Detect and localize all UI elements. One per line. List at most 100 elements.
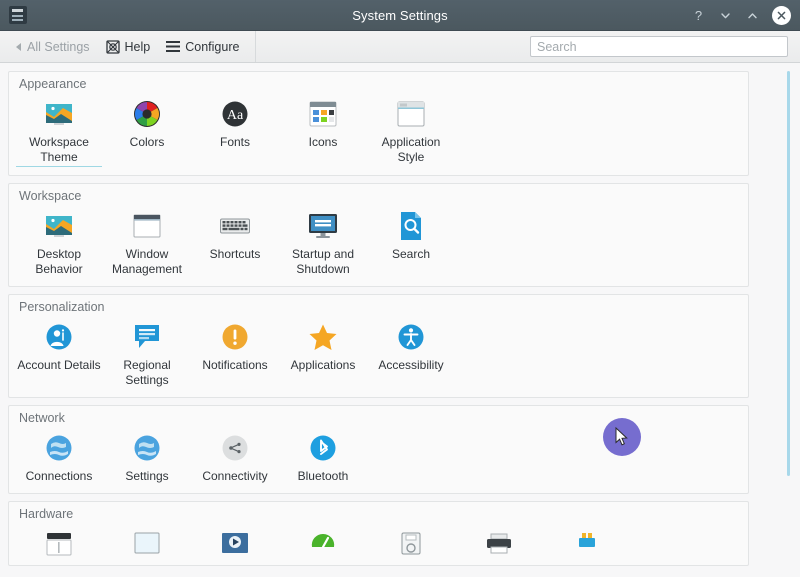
network-settings-icon	[131, 432, 163, 464]
tile-label: Accessibility	[378, 358, 444, 372]
chevron-left-icon	[16, 42, 21, 51]
tile-row: Connections Settings Connectivity Blueto…	[9, 427, 748, 493]
section-network: Network Connections Settings Connectivit…	[8, 405, 749, 494]
tile-removable-storage[interactable]	[367, 525, 455, 565]
bluetooth-icon	[307, 432, 339, 464]
tile-fonts[interactable]: Aa Fonts	[191, 95, 279, 150]
toolbar-separator	[255, 31, 257, 62]
tile-colors[interactable]: Colors	[103, 95, 191, 150]
tile-row: Account Details Regional Settings Notifi…	[9, 316, 748, 397]
section-appearance: Appearance Workspace Theme Colors Aa Fon…	[8, 71, 749, 176]
tile-printer[interactable]	[455, 525, 543, 565]
tile-startup-and-shutdown[interactable]: Startup and Shutdown	[279, 207, 367, 277]
section-title: Workspace	[19, 189, 82, 203]
tile-input-devices[interactable]	[15, 525, 103, 565]
tile-network-settings[interactable]: Settings	[103, 429, 191, 484]
all-settings-label: All Settings	[27, 39, 90, 54]
colors-wheel-icon	[131, 98, 163, 130]
window-controls: ?	[691, 5, 800, 25]
search-document-icon	[395, 210, 427, 242]
tile-notifications[interactable]: Notifications	[191, 318, 279, 373]
settings-app-icon	[9, 6, 27, 24]
vertical-scrollbar[interactable]	[786, 71, 791, 577]
tile-row: Workspace Theme Colors Aa Fonts Icons Ap…	[9, 93, 748, 175]
tile-removable-devices[interactable]	[543, 525, 631, 565]
tile-shortcuts[interactable]: Shortcuts	[191, 207, 279, 262]
tile-label: Bluetooth	[297, 469, 349, 483]
tile-accessibility[interactable]: Accessibility	[367, 318, 455, 373]
tile-regional-settings[interactable]: Regional Settings	[103, 318, 191, 388]
section-title: Personalization	[19, 300, 105, 314]
connectivity-icon	[219, 432, 251, 464]
all-settings-button[interactable]: All Settings	[8, 35, 98, 59]
tile-label: Search	[391, 247, 431, 261]
tile-label: Fonts	[219, 135, 250, 149]
tile-connectivity[interactable]: Connectivity	[191, 429, 279, 484]
application-style-icon	[395, 98, 427, 130]
tile-account-details[interactable]: Account Details	[15, 318, 103, 373]
tile-desktop-behavior[interactable]: Desktop Behavior	[15, 207, 103, 277]
tile-application-style[interactable]: Application Style	[367, 95, 455, 165]
section-workspace: Workspace Desktop Behavior Window Manage…	[8, 183, 749, 287]
tile-power-management[interactable]	[279, 525, 367, 565]
tile-label: Regional Settings	[123, 358, 171, 387]
tile-label: Notifications	[202, 358, 268, 372]
tile-label: Applications	[290, 358, 356, 372]
window-management-icon	[131, 210, 163, 242]
network-connections-icon	[43, 432, 75, 464]
display-monitor-icon	[131, 528, 163, 560]
window-title: System Settings	[352, 7, 448, 23]
tile-connections[interactable]: Connections	[15, 429, 103, 484]
removable-storage-icon	[395, 528, 427, 560]
tile-applications[interactable]: Applications	[279, 318, 367, 373]
tile-label: Account Details	[17, 358, 101, 372]
section-personalization: Personalization Account Details Regional…	[8, 294, 749, 398]
section-hardware: Hardware	[8, 501, 749, 566]
shortcuts-keyboard-icon	[219, 210, 251, 242]
tile-row	[9, 523, 748, 565]
configure-button[interactable]: Configure	[158, 35, 247, 59]
configure-label: Configure	[185, 39, 240, 54]
multimedia-icon	[219, 528, 251, 560]
removable-devices-icon	[571, 528, 603, 560]
tile-label: Connections	[25, 469, 93, 483]
maximize-button[interactable]	[745, 8, 760, 23]
tile-label: Workspace Theme	[16, 135, 102, 166]
tile-label: Connectivity	[202, 469, 268, 483]
help-label: Help	[124, 39, 151, 54]
notifications-icon	[219, 321, 251, 353]
tile-multimedia[interactable]	[191, 525, 279, 565]
search-input[interactable]	[530, 36, 788, 57]
icons-icon	[307, 98, 339, 130]
printer-icon	[483, 528, 515, 560]
section-title: Hardware	[19, 507, 74, 521]
search-container	[530, 36, 792, 57]
tile-label: Desktop Behavior	[35, 247, 83, 276]
minimize-button[interactable]	[718, 8, 733, 23]
scrollbar-thumb[interactable]	[787, 71, 790, 476]
tile-label: Icons	[308, 135, 338, 149]
tile-workspace-theme[interactable]: Workspace Theme	[15, 95, 103, 166]
tile-label: Colors	[129, 135, 165, 149]
help-menu-button[interactable]: Help	[98, 35, 159, 59]
tile-label: Window Management	[111, 247, 183, 276]
tile-label: Application Style	[381, 135, 441, 164]
help-button[interactable]: ?	[691, 8, 706, 23]
startup-shutdown-icon	[307, 210, 339, 242]
hamburger-menu-icon	[166, 41, 181, 52]
tile-icons[interactable]: Icons	[279, 95, 367, 150]
input-devices-icon	[43, 528, 75, 560]
tile-window-management[interactable]: Window Management	[103, 207, 191, 277]
toolbar: All Settings Help Configure	[0, 31, 800, 63]
accessibility-icon	[395, 321, 427, 353]
chevron-up-icon	[748, 12, 757, 18]
fonts-icon: Aa	[219, 98, 251, 130]
chevron-down-icon	[721, 12, 730, 18]
help-icon	[105, 39, 120, 54]
tile-search[interactable]: Search	[367, 207, 455, 262]
titlebar: System Settings ?	[0, 0, 800, 31]
close-button[interactable]	[772, 5, 791, 25]
tile-display[interactable]	[103, 525, 191, 565]
regional-settings-icon	[131, 321, 163, 353]
tile-bluetooth[interactable]: Bluetooth	[279, 429, 367, 484]
